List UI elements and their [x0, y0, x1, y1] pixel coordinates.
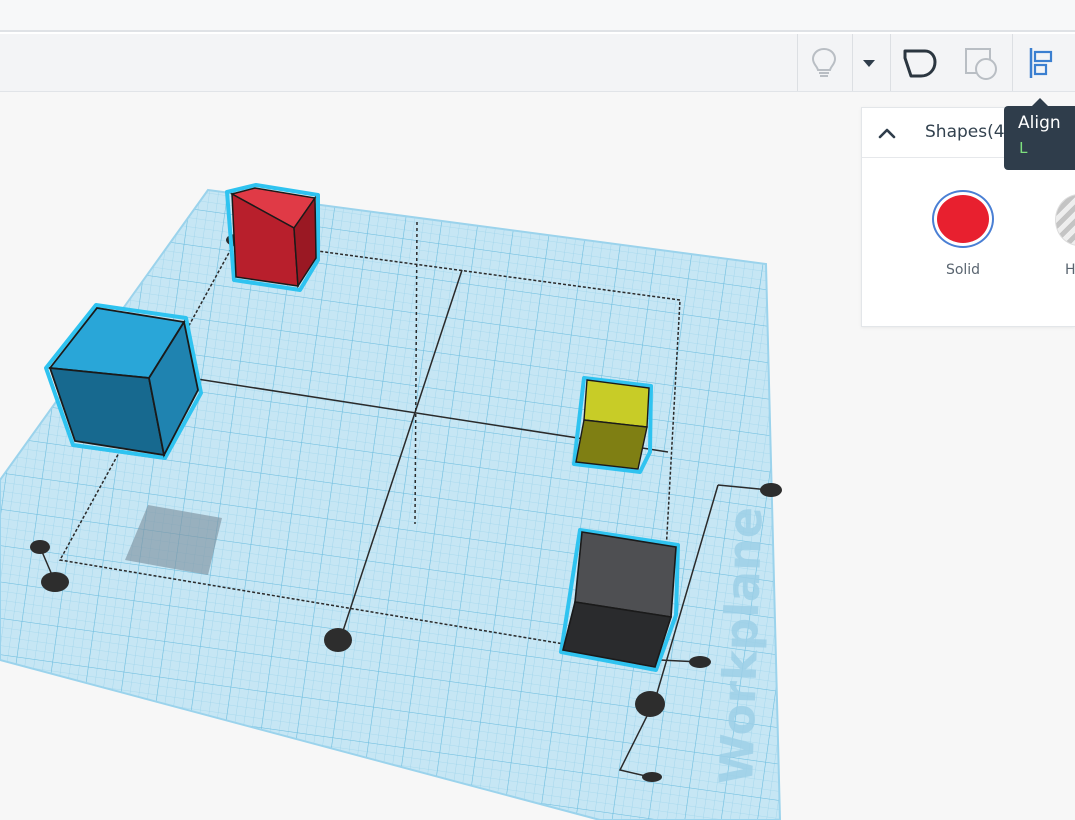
red-box[interactable]: [225, 183, 320, 292]
dropdown-caret-icon[interactable]: [848, 42, 890, 84]
hole-label: Hole: [1065, 262, 1075, 278]
workplane[interactable]: Workplane: [0, 150, 800, 820]
workplane-label: Workplane: [709, 506, 773, 785]
app-top-strip: [0, 0, 1075, 32]
align-tooltip: Align L: [1004, 106, 1075, 170]
blue-box[interactable]: [44, 303, 203, 460]
toolbar: [0, 34, 1075, 92]
align-icon[interactable]: [1020, 42, 1062, 84]
show-all-icon[interactable]: [898, 42, 940, 84]
toolbar-divider: [1012, 34, 1013, 91]
lightbulb-icon[interactable]: [803, 42, 845, 84]
hole-swatch[interactable]: [1055, 194, 1075, 246]
solid-label: Solid: [945, 262, 981, 278]
tooltip-title: Align: [1018, 113, 1061, 133]
group-shapes-icon[interactable]: [960, 42, 1002, 84]
solid-swatch-color: [937, 195, 989, 243]
toolbar-divider: [797, 34, 798, 91]
solid-color-swatch[interactable]: [932, 190, 994, 248]
shapes-panel-title: Shapes(4): [925, 122, 1012, 142]
yellow-box[interactable]: [572, 376, 653, 474]
chevron-up-icon[interactable]: [876, 122, 898, 144]
black-box[interactable]: [559, 528, 680, 672]
toolbar-divider: [890, 34, 891, 91]
tooltip-arrow: [1032, 98, 1048, 106]
tooltip-shortcut: L: [1019, 139, 1029, 157]
